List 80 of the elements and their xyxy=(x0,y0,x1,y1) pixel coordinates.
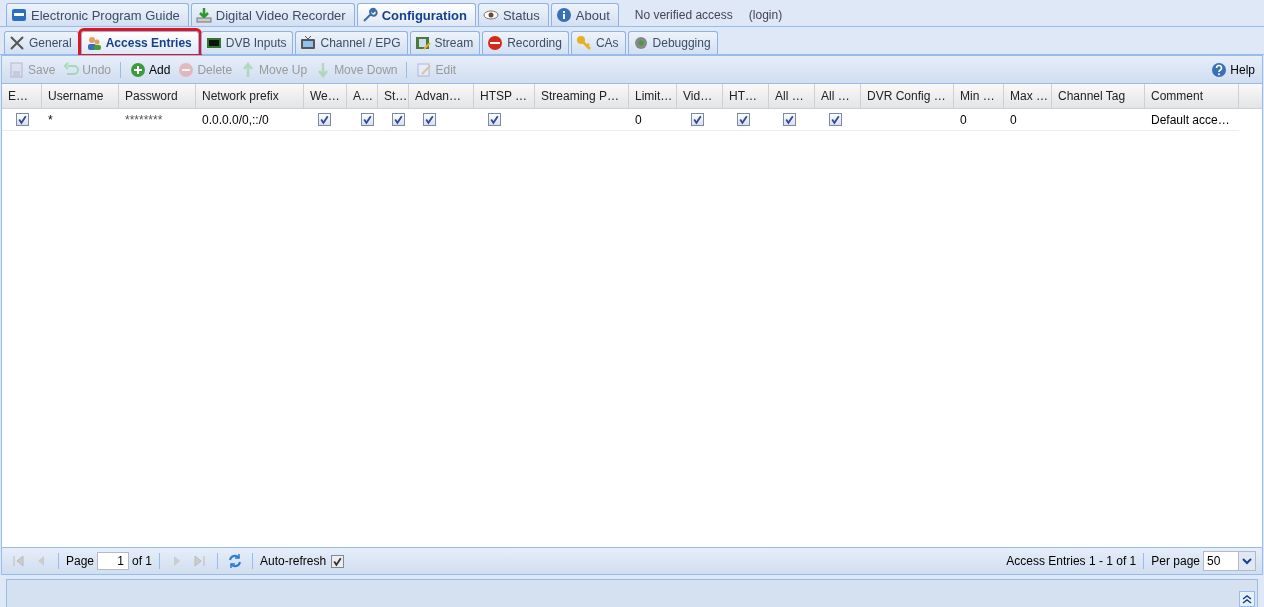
toolbar-button[interactable]: Add xyxy=(127,59,174,80)
undo-icon xyxy=(63,61,80,78)
eye-icon xyxy=(482,7,499,23)
auto-refresh-label: Auto-refresh xyxy=(260,554,327,568)
table-cell: ******** xyxy=(125,112,163,127)
checkbox[interactable] xyxy=(488,113,501,126)
checkbox[interactable] xyxy=(691,113,704,126)
config-tab[interactable]: General xyxy=(4,31,79,54)
main-tab[interactable]: About xyxy=(550,3,619,26)
main-tab[interactable]: Electronic Program Guide xyxy=(6,3,189,26)
config-tab[interactable]: Channel / EPG xyxy=(295,31,408,54)
column-header[interactable]: Limit… xyxy=(629,84,677,108)
add-icon xyxy=(130,61,147,78)
login-link[interactable]: (login) xyxy=(748,8,783,22)
epg-icon xyxy=(11,7,27,23)
entries-summary: Access Entries 1 - 1 of 1 xyxy=(1006,554,1137,568)
column-header[interactable]: St… xyxy=(378,84,409,108)
table-cell: 0 xyxy=(1010,112,1017,127)
per-page-dropdown[interactable]: 50 xyxy=(1203,551,1256,571)
column-header[interactable]: Streaming P… xyxy=(535,84,629,108)
save-icon xyxy=(9,61,25,78)
table-cell: Default acce… xyxy=(1151,112,1230,127)
checkbox[interactable] xyxy=(16,113,29,126)
column-header[interactable]: Advan… xyxy=(409,84,474,108)
table-cell: * xyxy=(48,112,53,127)
column-header[interactable]: Network prefix xyxy=(196,84,304,108)
config-tab[interactable]: Stream xyxy=(409,31,481,54)
checkbox[interactable] xyxy=(392,113,405,126)
help-icon xyxy=(1211,61,1228,78)
auto-refresh-checkbox[interactable] xyxy=(331,554,345,568)
main-tab[interactable]: Digital Video Recorder xyxy=(190,3,355,26)
checkbox[interactable] xyxy=(829,113,842,126)
column-header[interactable]: HTSP … xyxy=(474,84,535,108)
config-tab[interactable]: Debugging xyxy=(627,31,718,54)
config-tab[interactable]: CAs xyxy=(570,31,626,54)
page-count: of 1 xyxy=(132,554,153,568)
delete-icon xyxy=(178,61,195,78)
column-header[interactable]: Channel Tag xyxy=(1052,84,1145,108)
per-page-label: Per page xyxy=(1151,554,1200,568)
checkbox[interactable] xyxy=(361,113,374,126)
column-header[interactable]: Min … xyxy=(954,84,1004,108)
users-icon xyxy=(85,35,102,51)
config-tab[interactable]: Recording xyxy=(482,31,569,54)
column-header[interactable]: Max … xyxy=(1004,84,1052,108)
config-tab[interactable]: Access Entries xyxy=(80,31,199,54)
checkbox[interactable] xyxy=(783,113,796,126)
rec-icon xyxy=(487,35,504,51)
edit-icon xyxy=(416,61,433,78)
column-header[interactable]: HT… xyxy=(723,84,769,108)
table-cell: 0.0.0.0/0,::/0 xyxy=(202,112,269,127)
main-tab[interactable]: Status xyxy=(477,3,549,26)
config-tab[interactable]: DVB Inputs xyxy=(200,31,294,54)
key-icon xyxy=(575,35,592,51)
info-icon xyxy=(555,7,572,23)
column-header[interactable]: All … xyxy=(815,84,861,108)
checkbox[interactable] xyxy=(423,113,436,126)
column-header[interactable]: Vid… xyxy=(677,84,723,108)
access-status: No verified access xyxy=(634,8,733,22)
column-header[interactable]: Username xyxy=(42,84,119,108)
column-header[interactable]: A… xyxy=(347,84,378,108)
page-label: Page xyxy=(66,554,95,568)
refresh-icon[interactable] xyxy=(227,553,244,569)
dropdown-icon xyxy=(1238,552,1255,570)
checkbox[interactable] xyxy=(318,113,331,126)
column-header[interactable]: All … xyxy=(769,84,815,108)
column-header[interactable]: Comment xyxy=(1145,84,1239,108)
download-icon xyxy=(195,7,212,23)
column-header[interactable]: We… xyxy=(304,84,347,108)
tv-icon xyxy=(300,35,317,51)
help-button[interactable]: Help xyxy=(1208,59,1258,80)
table-cell: 0 xyxy=(635,112,642,127)
column-header[interactable]: Password xyxy=(119,84,196,108)
checkbox[interactable] xyxy=(737,113,750,126)
main-tab[interactable]: Configuration xyxy=(356,3,476,26)
card-icon xyxy=(205,35,222,51)
table-cell: 0 xyxy=(960,112,967,127)
column-header[interactable]: E… xyxy=(2,84,42,108)
expand-icon[interactable] xyxy=(1239,591,1255,607)
page-number-field[interactable]: 1 xyxy=(97,552,130,570)
column-header[interactable]: DVR Config … xyxy=(861,84,954,108)
